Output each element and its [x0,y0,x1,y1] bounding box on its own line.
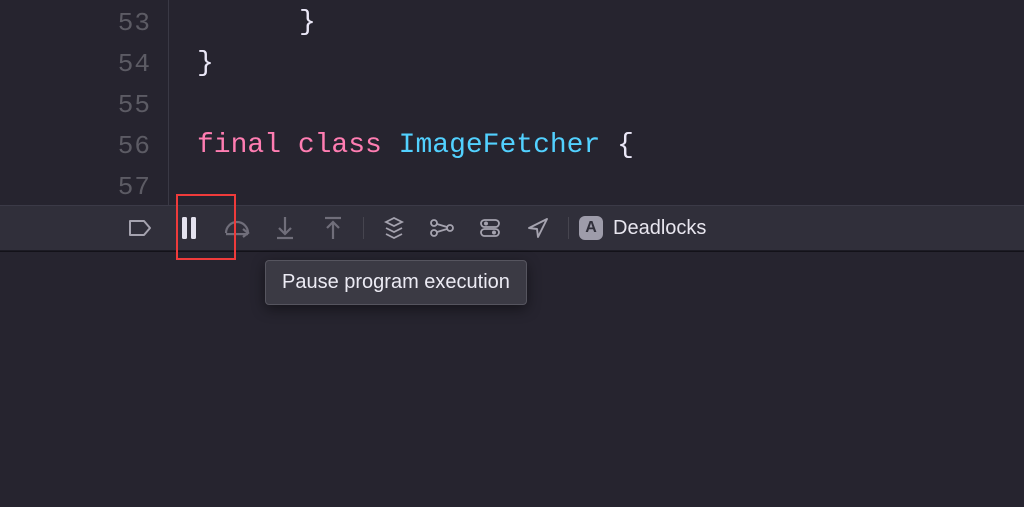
separator [363,217,364,239]
step-over-icon [223,216,251,240]
memory-graph-icon [429,217,455,239]
step-over-button[interactable] [213,206,261,250]
toggle-breakpoints-button[interactable] [117,206,165,250]
code-editor[interactable]: 53 } 54 } 55 56 final class ImageFetcher… [0,0,1024,205]
environment-overrides-button[interactable] [466,206,514,250]
simulate-location-button[interactable] [514,206,562,250]
step-into-icon [274,215,296,241]
line-number: 54 [0,49,169,79]
code-line: 55 [169,84,634,125]
layers-icon [382,216,406,240]
app-store-icon: A [579,216,603,240]
process-name: Deadlocks [613,217,706,240]
line-number: 57 [0,172,169,202]
tooltip-text: Pause program execution [282,271,510,293]
code-line: 54 } [169,43,634,84]
debug-view-hierarchy-button[interactable] [370,206,418,250]
step-into-button[interactable] [261,206,309,250]
line-number: 56 [0,131,169,161]
pause-button[interactable] [165,206,213,250]
debug-process-selector[interactable]: A Deadlocks [579,216,706,240]
separator [568,217,569,239]
pause-icon [179,215,199,241]
toggles-icon [479,217,501,239]
debug-memory-graph-button[interactable] [418,206,466,250]
code-line: 53 } [169,2,634,43]
location-arrow-icon [526,216,550,240]
line-number: 53 [0,8,169,38]
tooltip: Pause program execution [265,260,527,305]
line-number: 55 [0,90,169,120]
debug-toolbar: A Deadlocks [0,205,1024,251]
code-line: 56 final class ImageFetcher { [169,125,634,166]
code-line: 57 [169,166,634,207]
breakpoint-tag-icon [128,218,154,238]
step-out-button[interactable] [309,206,357,250]
step-out-icon [322,215,344,241]
